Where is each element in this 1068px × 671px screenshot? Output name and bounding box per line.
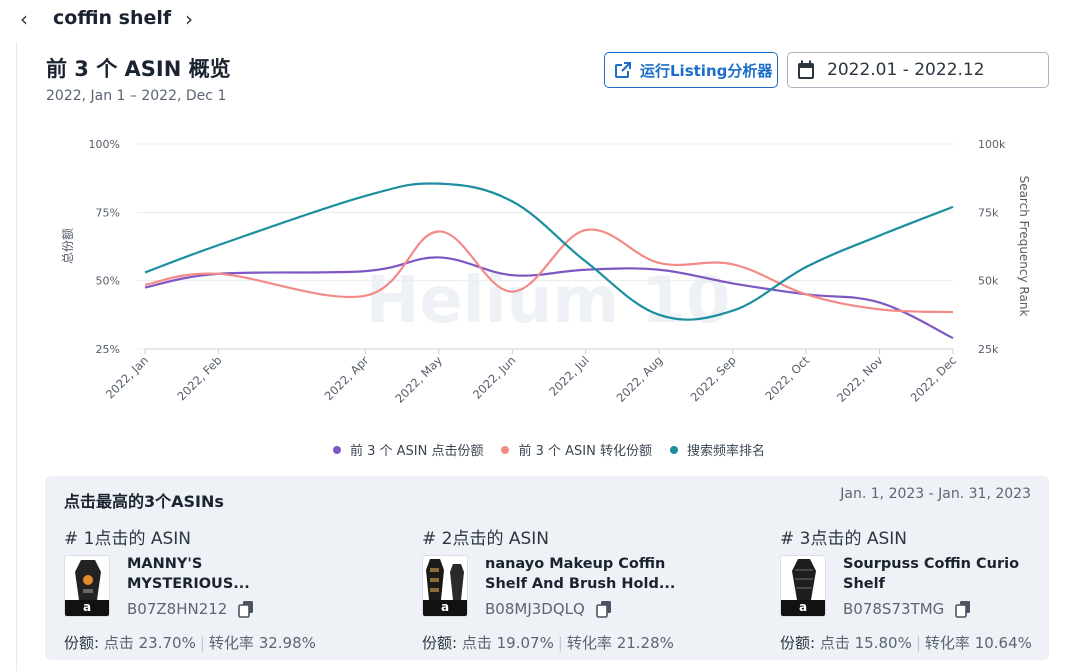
asin-code: B078S73TMG [843, 600, 945, 618]
rank-label: # 3点击的 ASIN [780, 529, 908, 549]
legend-dot [332, 445, 341, 454]
amazon-logo-icon: a [423, 600, 467, 616]
chart-legend: 前 3 个 ASIN 点击份额 前 3 个 ASIN 转化份额 搜索频率排名 [0, 440, 1068, 459]
copy-icon[interactable] [954, 600, 972, 618]
legend-item-conversion-share[interactable]: 前 3 个 ASIN 转化份额 [501, 440, 652, 459]
product-thumbnail[interactable]: a [422, 555, 468, 617]
product-name-line1: nanayo Makeup Coffin [485, 556, 666, 572]
rank-label: # 1点击的 ASIN [64, 529, 192, 549]
legend-item-click-share[interactable]: 前 3 个 ASIN 点击份额 [332, 440, 484, 459]
conversion-label: 转化率 [924, 634, 970, 652]
product-name-line2: Shelf And Brush Hold... [485, 576, 676, 592]
coffin-shelf-image [792, 559, 816, 600]
y-tick-label: 100% [89, 138, 120, 151]
asin-card-2: # 2点击的 ASIN a nanayo Makeup Coffin Shelf… [422, 522, 762, 656]
section-subtitle: 2022, Jan 1 – 2022, Dec 1 [46, 88, 227, 104]
legend-label: 前 3 个 ASIN 点击份额 [349, 444, 484, 459]
y2-tick-label: 100k [978, 138, 1006, 151]
y-axis-title: 总份额 [61, 228, 75, 264]
y-tick-label: 75% [96, 206, 120, 219]
x-tick-label: 2022, Jun [470, 353, 518, 401]
legend-item-search-rank[interactable]: 搜索频率排名 [670, 440, 765, 459]
conversion-label: 转化率 [208, 634, 254, 652]
divider: | [915, 634, 921, 652]
external-link-icon [615, 62, 631, 78]
asin-row: B078S73TMG [843, 600, 972, 618]
date-range-value: 2022.01 - 2022.12 [827, 60, 985, 80]
x-tick-label: 2022, Sep [688, 353, 739, 404]
click-label: 点击 [103, 634, 134, 652]
share-label: 份额: [64, 634, 100, 652]
conversion-value: 10.64% [974, 634, 1032, 652]
product-thumbnail[interactable]: a [64, 555, 110, 617]
rank-label: # 2点击的 ASIN [422, 529, 550, 549]
legend-label: 前 3 个 ASIN 转化份额 [518, 444, 652, 459]
divider: | [557, 634, 563, 652]
asin-code: B08MJ3DQLQ [485, 600, 585, 618]
copy-icon[interactable] [237, 600, 255, 618]
conversion-value: 32.98% [258, 634, 316, 652]
legend-dot [670, 445, 678, 454]
coffin-shelf-image [75, 560, 101, 600]
coffin-shelf-image [426, 559, 464, 600]
share-row: 份额: 点击 23.70% | 转化率 32.98% [64, 632, 316, 653]
calendar-icon [798, 60, 814, 79]
product-name-line1: MANNY'S [127, 556, 203, 572]
y-tick-label: 25% [96, 343, 120, 356]
click-value: 19.07% [496, 634, 554, 652]
date-range-picker[interactable]: 2022.01 - 2022.12 [787, 52, 1049, 88]
share-row: 份额: 点击 19.07% | 转化率 21.28% [422, 632, 674, 653]
product-thumbnail[interactable]: a [780, 555, 826, 617]
conversion-value: 21.28% [616, 634, 674, 652]
amazon-logo-icon: a [65, 600, 109, 616]
x-tick-label: 2022, Oct [762, 353, 812, 403]
y2-tick-label: 75k [978, 206, 999, 219]
product-name-link[interactable]: Sourpuss Coffin Curio Shelf [843, 554, 1053, 594]
legend-label: 搜索频率排名 [687, 444, 766, 459]
y-tick-label: 50% [96, 275, 120, 288]
x-tick-label: 2022, Feb [174, 353, 224, 403]
y2-tick-label: 50k [978, 275, 999, 288]
x-tick-label: 2022, Aug [614, 353, 666, 405]
product-name-line2: MYSTERIOUS... [127, 576, 250, 592]
top-asins-title: 点击最高的3个ASINs [64, 492, 224, 511]
y2-tick-label: 25k [978, 343, 999, 356]
run-listing-analyzer-button[interactable]: 运行Listing分析器 [604, 52, 778, 88]
product-name-link[interactable]: MANNY'S MYSTERIOUS... [127, 554, 337, 594]
section-title: 前 3 个 ASIN 概览 [46, 57, 231, 81]
asin-code: B07Z8HN212 [127, 600, 228, 618]
legend-dot [501, 445, 510, 454]
x-tick-label: 2022, Dec [908, 353, 960, 405]
x-tick-label: 2022, Nov [834, 353, 886, 405]
product-name-line1: Sourpuss Coffin Curio [843, 556, 1020, 572]
product-name-link[interactable]: nanayo Makeup Coffin Shelf And Brush Hol… [485, 554, 695, 594]
asin-card-1: # 1点击的 ASIN a MANNY'S MYSTERIOUS... B07Z… [64, 522, 404, 656]
divider: | [199, 634, 205, 652]
copy-icon[interactable] [595, 600, 613, 618]
click-value: 23.70% [138, 634, 196, 652]
click-label: 点击 [461, 634, 492, 652]
click-value: 15.80% [854, 634, 912, 652]
share-row: 份额: 点击 15.80% | 转化率 10.64% [780, 632, 1032, 653]
click-label: 点击 [819, 634, 850, 652]
product-name-line2: Shelf [843, 576, 885, 592]
run-listing-analyzer-label: 运行Listing分析器 [640, 61, 773, 80]
asin-row: B08MJ3DQLQ [485, 600, 613, 618]
share-label: 份额: [422, 634, 458, 652]
x-tick-label: 2022, Jan [103, 353, 151, 401]
top-asins-card: 点击最高的3个ASINs Jan. 1, 2023 - Jan. 31, 202… [45, 476, 1049, 660]
share-label: 份额: [780, 634, 816, 652]
top-asins-date-range: Jan. 1, 2023 - Jan. 31, 2023 [840, 486, 1031, 502]
y2-axis-title: Search Frequency Rank [1017, 176, 1031, 317]
x-tick-label: 2022, May [392, 353, 445, 406]
asin-row: B07Z8HN212 [127, 600, 255, 618]
x-tick-label: 2022, Apr [322, 353, 372, 403]
amazon-logo-icon: a [781, 600, 825, 616]
watermark-text: Helium 10 [366, 264, 730, 338]
asin-card-3: # 3点击的 ASIN a Sourpuss Coffin Curio Shel… [780, 522, 1068, 656]
x-tick-label: 2022, Jul [546, 353, 592, 399]
conversion-label: 转化率 [566, 634, 612, 652]
